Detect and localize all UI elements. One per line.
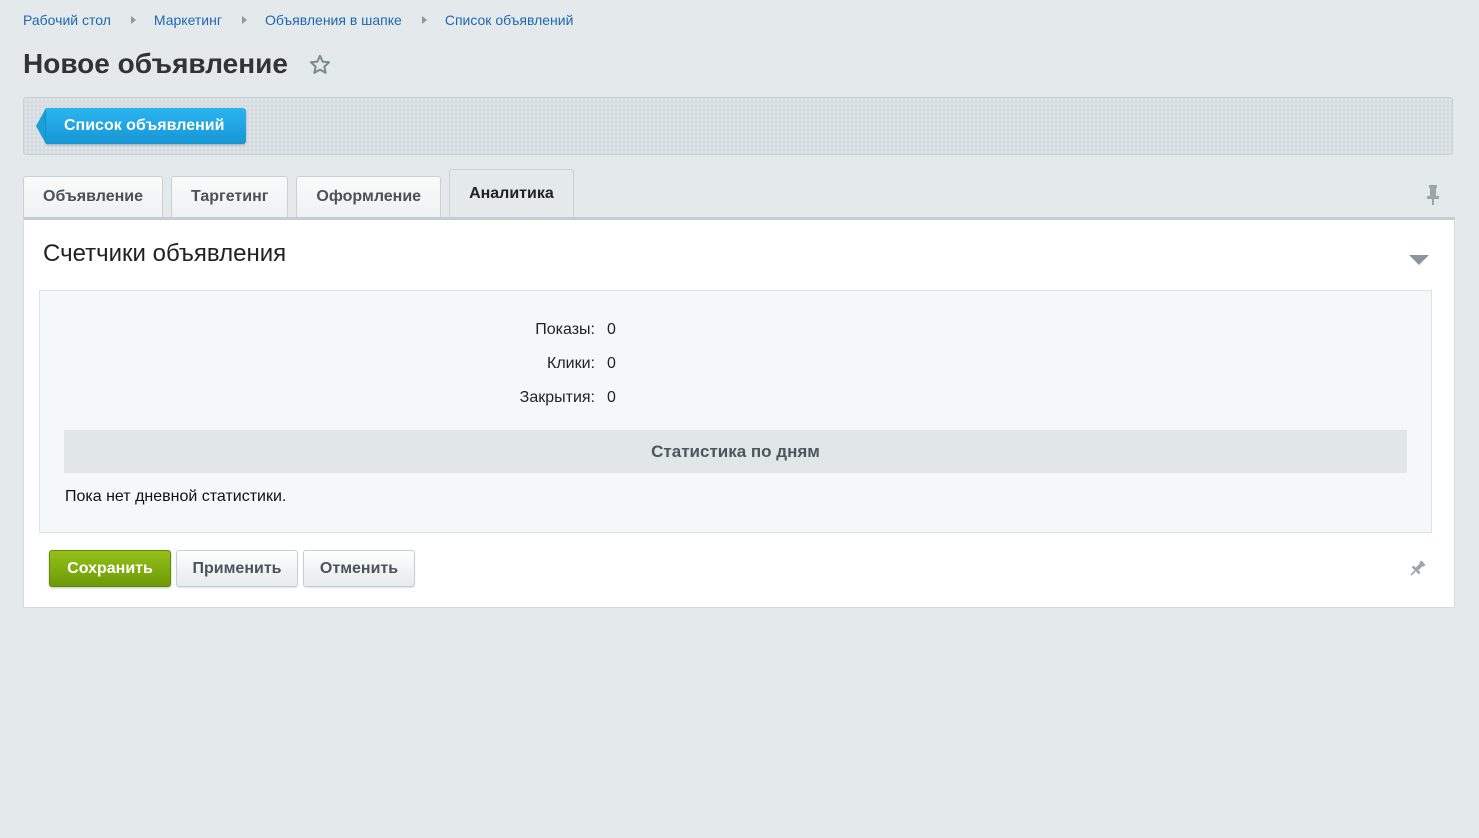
stat-row-closes: Закрытия: 0 <box>40 389 1431 409</box>
breadcrumb: Рабочий стол Маркетинг Объявления в шапк… <box>23 11 573 29</box>
back-arrow-icon <box>36 108 46 144</box>
stat-row-clicks: Клики: 0 <box>40 355 1431 375</box>
section-title: Счетчики объявления <box>43 240 287 267</box>
stat-value: 0 <box>607 355 616 372</box>
stat-label: Показы: <box>535 321 595 338</box>
counters-box: Показы: 0 Клики: 0 Закрытия: 0 Статистик… <box>39 290 1432 533</box>
stat-label: Клики: <box>547 355 595 372</box>
breadcrumb-separator-icon <box>130 16 136 24</box>
page-title: Новое объявление <box>23 48 288 79</box>
star-outline-icon[interactable] <box>308 53 332 77</box>
apply-button[interactable]: Применить <box>176 550 298 587</box>
tab-targeting[interactable]: Таргетинг <box>171 176 289 217</box>
pin-icon[interactable] <box>1407 559 1427 579</box>
cancel-button[interactable]: Отменить <box>303 550 415 587</box>
breadcrumb-item-marketing[interactable]: Маркетинг <box>154 12 222 28</box>
stat-row-impressions: Показы: 0 <box>40 321 1431 341</box>
tab-analytics[interactable]: Аналитика <box>449 169 574 217</box>
stat-label: Закрытия: <box>519 389 595 406</box>
stat-value: 0 <box>607 389 616 406</box>
breadcrumb-item-desktop[interactable]: Рабочий стол <box>23 12 111 28</box>
title-row: Новое объявление <box>23 44 332 84</box>
back-to-list-button[interactable]: Список объявлений <box>36 108 247 144</box>
stat-value: 0 <box>607 321 616 338</box>
tab-design[interactable]: Оформление <box>296 176 442 217</box>
toolbar: Список объявлений <box>23 97 1453 155</box>
breadcrumb-item-header-ads[interactable]: Объявления в шапке <box>265 12 402 28</box>
breadcrumb-separator-icon <box>421 16 427 24</box>
save-button[interactable]: Сохранить <box>49 550 171 587</box>
daily-stats-empty-message: Пока нет дневной статистики. <box>65 488 287 505</box>
back-to-list-label: Список объявлений <box>46 108 247 144</box>
tab-bar: Объявление Таргетинг Оформление Аналитик… <box>23 169 582 217</box>
breadcrumb-item-ads-list[interactable]: Список объявлений <box>445 12 574 28</box>
tab-announcement[interactable]: Объявление <box>23 176 163 217</box>
pin-icon[interactable] <box>1423 183 1443 207</box>
content-panel: Счетчики объявления Показы: 0 Клики: 0 З… <box>23 217 1455 608</box>
daily-stats-header: Статистика по дням <box>64 430 1407 473</box>
triangle-down-icon[interactable] <box>1408 253 1430 267</box>
breadcrumb-separator-icon <box>241 16 247 24</box>
